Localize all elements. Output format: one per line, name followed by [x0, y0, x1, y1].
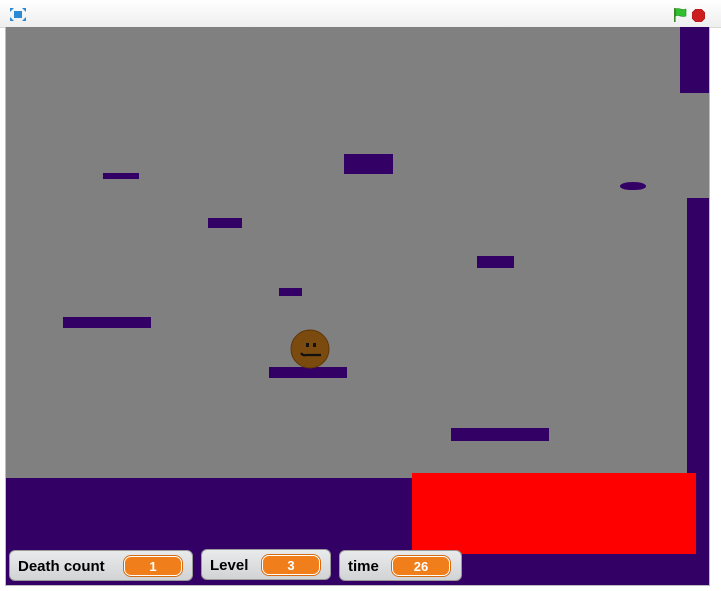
platform	[344, 154, 393, 174]
level-monitor: Level 3	[201, 549, 331, 580]
stage-titlebar	[0, 0, 721, 28]
platform	[103, 173, 139, 179]
platform	[279, 288, 302, 296]
level-value: 3	[262, 555, 320, 575]
death-count-monitor: Death count 1	[9, 550, 193, 581]
platform	[63, 317, 151, 328]
fullscreen-icon[interactable]	[10, 8, 26, 21]
level-label: Level	[210, 557, 249, 574]
red-hazard-block	[412, 473, 696, 554]
time-label: time	[348, 558, 379, 575]
green-flag-icon[interactable]	[672, 7, 688, 23]
death-count-label: Death count	[18, 558, 105, 575]
wall-top-right	[680, 27, 709, 93]
platform	[477, 256, 514, 268]
death-count-value: 1	[124, 556, 182, 576]
platform	[451, 428, 549, 441]
player-character	[290, 329, 330, 369]
time-monitor: time 26	[339, 550, 462, 581]
time-value: 26	[392, 556, 450, 576]
wall-right	[687, 198, 709, 498]
stop-sign-icon[interactable]	[692, 9, 705, 22]
platform	[208, 218, 242, 228]
moving-platform	[620, 182, 646, 190]
game-stage[interactable]	[5, 27, 710, 586]
